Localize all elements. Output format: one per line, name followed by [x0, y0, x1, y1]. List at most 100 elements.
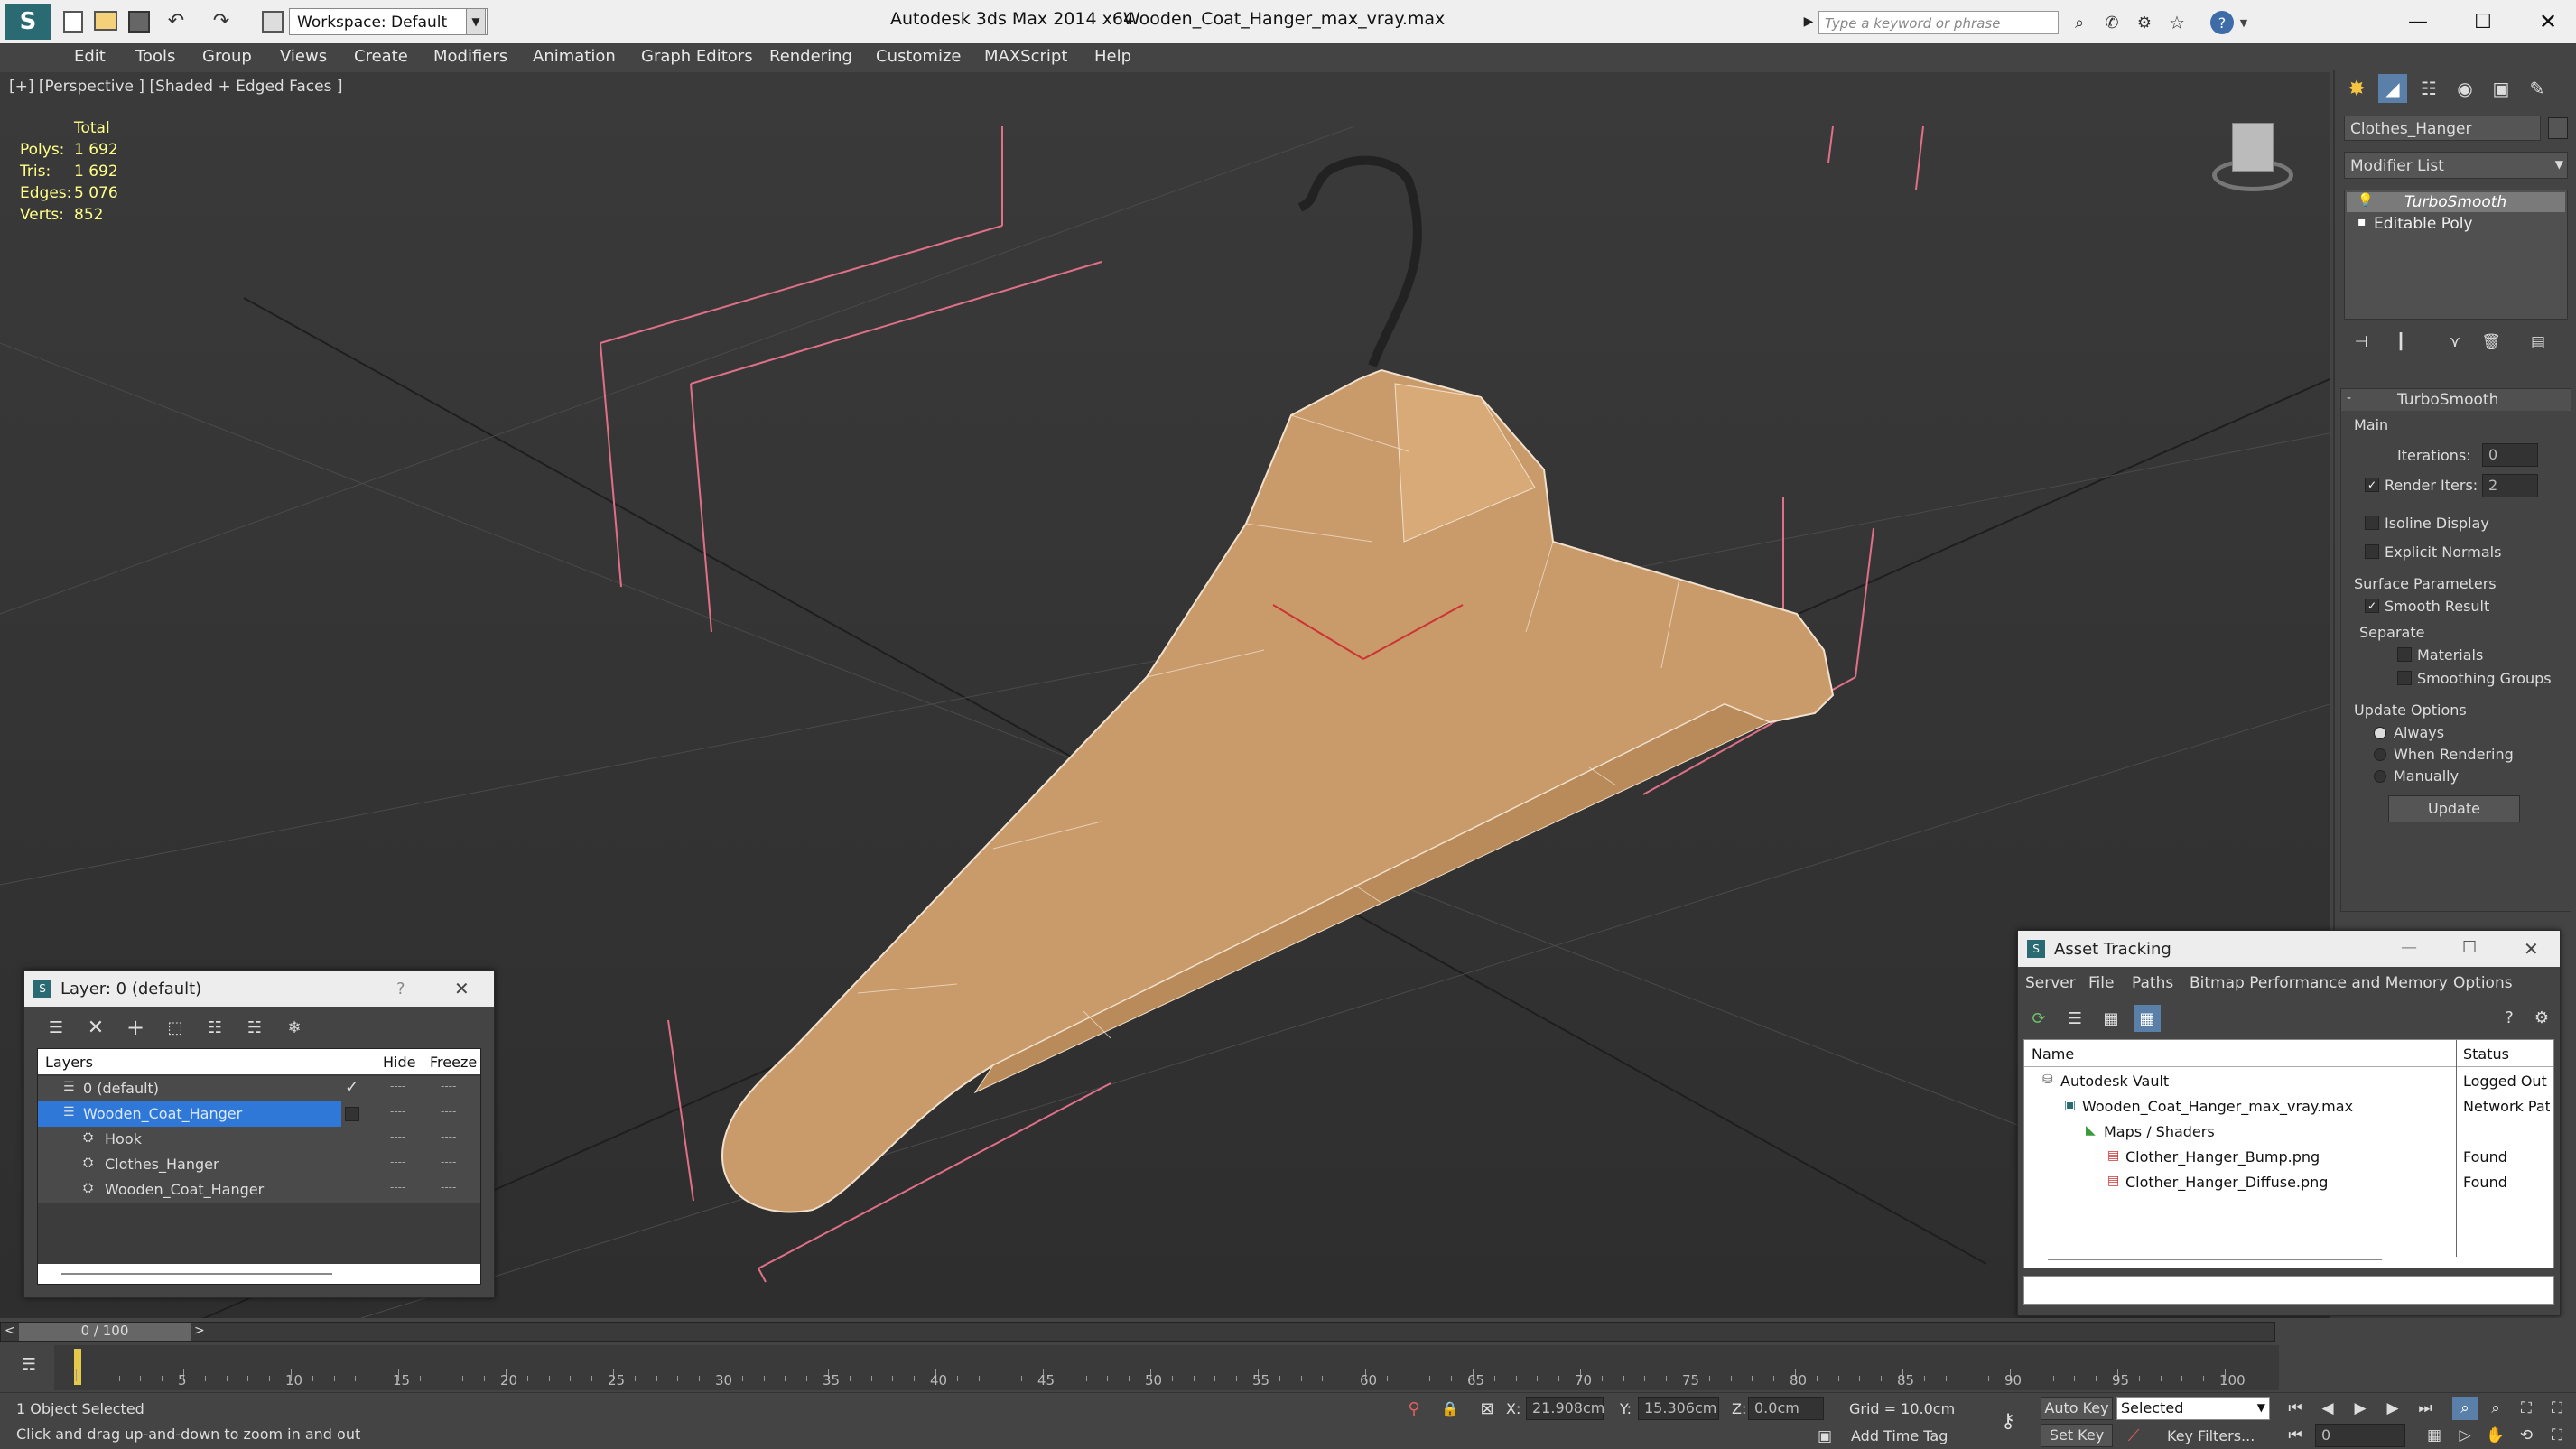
menu-customize[interactable]: Customize — [876, 47, 961, 66]
maximize-viewport-icon[interactable]: ⛶ — [2544, 1424, 2570, 1447]
hide-toggle[interactable]: ---- — [390, 1130, 405, 1143]
list-view-icon[interactable]: ☰ — [2061, 1005, 2088, 1032]
show-end-result-icon[interactable]: ┃ — [2387, 329, 2414, 356]
add-time-tag[interactable]: Add Time Tag — [1851, 1427, 1948, 1444]
help-dropdown-icon[interactable]: ▼ — [2237, 13, 2250, 33]
freeze-toggle[interactable]: ---- — [441, 1130, 456, 1143]
highlight-layer-icon[interactable]: ☷ — [201, 1014, 228, 1041]
time-tag-icon[interactable]: ▣ — [1813, 1426, 1837, 1447]
layer-row[interactable]: ⛭ Wooden_Coat_Hanger ---- ---- — [38, 1177, 480, 1203]
selection-set-dropdown[interactable]: Selected ▼ — [2116, 1397, 2270, 1420]
track-bar[interactable]: 0510152025303540455055606570758085909510… — [54, 1345, 2279, 1390]
add-to-layer-icon[interactable]: + — [122, 1014, 149, 1041]
create-layer-icon[interactable]: ☰ — [42, 1014, 70, 1041]
freeze-toggle[interactable]: ---- — [441, 1156, 456, 1168]
modify-tab-icon[interactable]: ◢ — [2378, 74, 2407, 103]
asset-menu-server[interactable]: Server — [2025, 974, 2076, 992]
menu-views[interactable]: Views — [280, 47, 327, 66]
new-file-icon[interactable] — [63, 11, 83, 33]
search-expand-icon[interactable]: ▶ — [1800, 11, 1817, 33]
smooth-result-checkbox[interactable]: ✓ — [2365, 599, 2379, 613]
delete-layer-icon[interactable]: ✕ — [82, 1014, 109, 1041]
key-mode-icon[interactable]: ⏮ — [2283, 1424, 2308, 1447]
go-to-start-icon[interactable]: ⏮ — [2283, 1397, 2308, 1420]
asset-menu-paths[interactable]: Paths — [2132, 974, 2173, 992]
lightbulb-icon[interactable]: 💡 — [2357, 193, 2373, 208]
horizontal-scrollbar[interactable] — [38, 1264, 480, 1284]
close-icon[interactable]: ✕ — [454, 978, 470, 999]
play-icon[interactable]: ▶ — [2348, 1397, 2373, 1420]
project-folder-icon[interactable] — [262, 11, 284, 33]
close-icon[interactable]: ✕ — [2524, 938, 2539, 960]
time-config-icon[interactable]: ▦ — [2422, 1424, 2447, 1447]
create-tab-icon[interactable]: ✸ — [2342, 74, 2371, 103]
help-icon[interactable]: ? — [2210, 11, 2234, 34]
layer-row[interactable]: ☰ Wooden_Coat_Hanger ---- ---- — [38, 1101, 480, 1127]
hide-all-icon[interactable]: ☵ — [241, 1014, 268, 1041]
help-icon[interactable]: ? — [396, 980, 405, 999]
slider-prev-icon[interactable]: < — [5, 1324, 15, 1338]
menu-rendering[interactable]: Rendering — [769, 47, 852, 66]
asset-row[interactable]: ▣ Wooden_Coat_Hanger_max_vray.max Networ… — [2024, 1094, 2553, 1119]
time-slider[interactable]: < 0 / 100 > — [0, 1322, 2275, 1342]
hide-toggle[interactable]: ---- — [390, 1156, 405, 1168]
layer-row[interactable]: ☰ 0 (default) ✓ ---- ---- — [38, 1076, 480, 1101]
tree-view-icon[interactable]: ▦ — [2097, 1005, 2125, 1032]
modifier-list-dropdown[interactable]: Modifier List ▼ — [2344, 152, 2568, 179]
utilities-tab-icon[interactable]: ✎ — [2523, 74, 2552, 103]
maximize-icon[interactable]: ☐ — [2462, 938, 2477, 957]
configure-sets-icon[interactable]: ▤ — [2525, 329, 2552, 356]
time-slider-thumb[interactable]: 0 / 100 — [19, 1323, 191, 1341]
menu-graph-editors[interactable]: Graph Editors — [641, 47, 753, 66]
set-current-checkbox[interactable] — [345, 1107, 359, 1121]
separate-materials-checkbox[interactable] — [2397, 647, 2412, 662]
freeze-toggle[interactable]: ---- — [441, 1181, 456, 1194]
workspace-dropdown[interactable]: Workspace: Default ▼ — [289, 8, 488, 35]
asset-menu-options[interactable]: Options — [2453, 974, 2513, 992]
object-color-swatch[interactable] — [2548, 117, 2568, 139]
search-input[interactable]: Type a keyword or phrase — [1818, 11, 2059, 34]
refresh-icon[interactable]: ⟳ — [2025, 1005, 2052, 1032]
menu-help[interactable]: Help — [1094, 47, 1131, 66]
make-unique-icon[interactable]: ⋎ — [2441, 329, 2469, 356]
redo-icon[interactable]: ↷ — [209, 9, 233, 33]
y-coord-field[interactable]: 15.306cm — [1638, 1397, 1719, 1420]
auto-key-button[interactable]: Auto Key — [2041, 1397, 2113, 1420]
minimize-icon[interactable]: — — [2401, 938, 2417, 957]
binoculars-icon[interactable]: ⌕ — [2068, 11, 2091, 34]
remove-modifier-icon[interactable]: 🗑 — [2478, 329, 2505, 356]
menu-modifiers[interactable]: Modifiers — [433, 47, 507, 66]
asset-row[interactable]: ◣ Maps / Shaders — [2024, 1119, 2553, 1145]
current-frame-field[interactable]: 0 — [2315, 1424, 2405, 1447]
update-always-radio[interactable] — [2374, 727, 2386, 739]
next-frame-icon[interactable]: ▶ — [2380, 1397, 2405, 1420]
menu-edit[interactable]: Edit — [74, 47, 106, 66]
rollout-header[interactable]: - TurboSmooth — [2341, 389, 2571, 411]
layer-row[interactable]: ⛭ Clothes_Hanger ---- ---- — [38, 1152, 480, 1177]
viewport-label[interactable]: [+] [Perspective ] [Shaded + Edged Faces… — [9, 78, 342, 96]
update-manually-radio[interactable] — [2374, 770, 2386, 783]
iterations-spinner[interactable]: 0 — [2482, 443, 2538, 467]
slider-next-icon[interactable]: > — [194, 1324, 205, 1338]
subscription-icon[interactable]: ⚙ — [2133, 11, 2156, 34]
close-icon[interactable]: ✕ — [2528, 5, 2568, 38]
horizontal-scrollbar[interactable] — [2024, 1251, 2553, 1268]
explicit-normals-checkbox[interactable] — [2365, 544, 2379, 559]
expand-icon[interactable]: ▪ — [2357, 215, 2367, 229]
orbit-icon[interactable]: ⟲ — [2514, 1424, 2539, 1447]
key-filters-button[interactable]: Key Filters... — [2167, 1427, 2255, 1444]
workspace-dropdown-arrow[interactable]: ▼ — [466, 8, 486, 35]
z-coord-field[interactable]: 0.0cm — [1748, 1397, 1824, 1420]
communication-center-icon[interactable]: ✆ — [2100, 11, 2124, 34]
menu-create[interactable]: Create — [354, 47, 408, 66]
asset-row[interactable]: ▤ Clother_Hanger_Diffuse.png Found — [2024, 1170, 2553, 1195]
key-icon[interactable]: ⚷ — [1990, 1407, 2026, 1435]
isolate-icon[interactable]: ⚲ — [1403, 1397, 1425, 1420]
hierarchy-tab-icon[interactable]: ☷ — [2414, 74, 2443, 103]
isoline-display-checkbox[interactable] — [2365, 516, 2379, 530]
select-objects-icon[interactable]: ⬚ — [162, 1014, 189, 1041]
x-coord-field[interactable]: 21.908cm — [1526, 1397, 1604, 1420]
zoom-extents-icon[interactable]: ⛶ — [2514, 1397, 2539, 1420]
prev-frame-icon[interactable]: ◀ — [2315, 1397, 2340, 1420]
stack-item-turbosmooth[interactable]: 💡 TurboSmooth — [2347, 192, 2565, 212]
